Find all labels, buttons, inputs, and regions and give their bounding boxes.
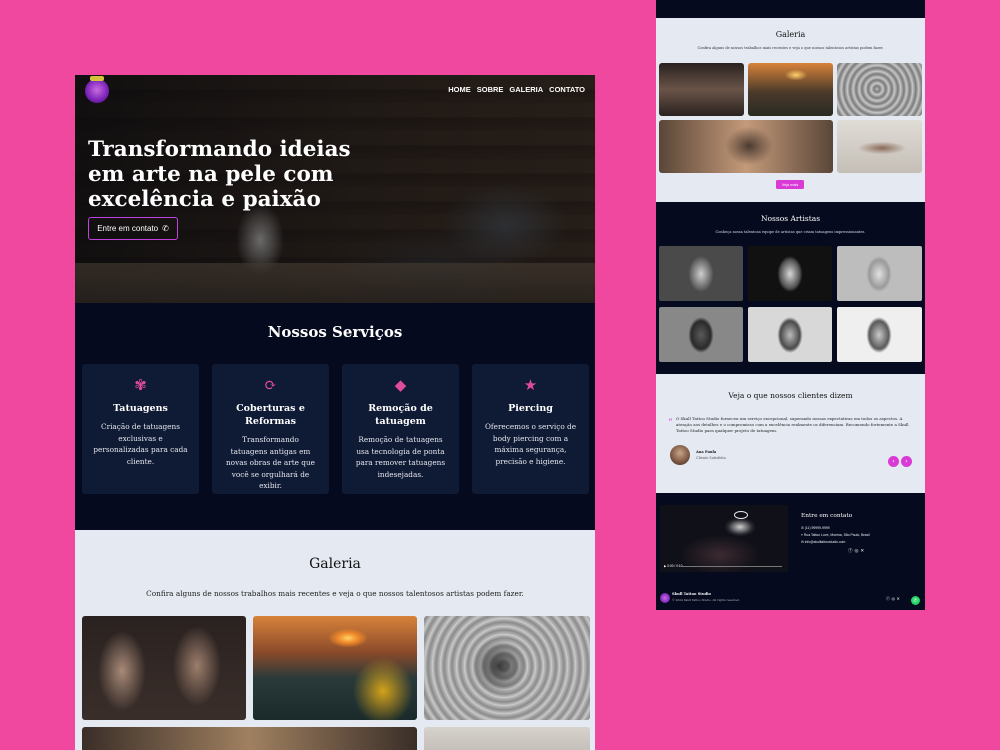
artists-subtitle: Conheça nossa talentosa equipe de artist… — [715, 230, 866, 234]
testimonials-section: Veja o que nossos clientes dizem “ O Sku… — [656, 374, 925, 493]
artists-section: Nossos Artistas Conheça nossa talentosa … — [656, 202, 925, 374]
service-title: Coberturas e Reformas — [236, 403, 305, 427]
desktop-mockup: HOME SOBRE GALERIA CONTATO Transformando… — [75, 75, 595, 750]
testimonials-title: Veja o que nossos clientes dizem — [728, 391, 853, 400]
hero-section: HOME SOBRE GALERIA CONTATO Transformando… — [75, 75, 595, 303]
video-player[interactable]: ▶ 0:00 / 0:10 — [660, 505, 788, 572]
gallery-title-small: Galeria — [775, 30, 806, 39]
cta-label: Entre em contato — [97, 224, 159, 233]
artist-photo[interactable] — [837, 246, 922, 301]
contact-email[interactable]: ✉ info@skulltattoostudio.com — [801, 540, 845, 544]
service-card-coberturas: ⟳ Coberturas e Reformas Transformando ta… — [212, 364, 329, 494]
nav-home[interactable]: HOME — [448, 85, 471, 94]
nav-sobre[interactable]: SOBRE — [477, 85, 504, 94]
thumb-sunset[interactable] — [748, 63, 833, 116]
service-card-piercing: ★ Piercing Oferecemos o serviço de body … — [472, 364, 589, 494]
services-section: Nossos Serviços ✾ Tatuagens Criação de t… — [75, 303, 595, 530]
footer-copyright: © 2024 Skull Tattoo Studio. All rights r… — [672, 598, 740, 602]
thumb-forearms[interactable] — [659, 63, 744, 116]
gallery-photo-forearms[interactable] — [82, 616, 246, 720]
service-text: Criação de tatuagens exclusivas e person… — [93, 422, 188, 466]
refresh-icon: ⟳ — [264, 376, 277, 394]
gallery-section: Galeria Confira alguns de nossos trabalh… — [75, 530, 595, 750]
footer-logo — [660, 593, 670, 603]
contact-address: ⌖ Rua Tattoo Love, Moema, São Paulo, Bra… — [801, 533, 870, 537]
main-nav: HOME SOBRE GALERIA CONTATO — [448, 85, 585, 94]
address-text: Rua Tattoo Love, Moema, São Paulo, Brasi… — [803, 533, 870, 537]
service-text: Transformando tatuagens antigas em novas… — [225, 435, 315, 490]
artist-photo[interactable] — [748, 246, 832, 301]
service-title: Tatuagens — [113, 403, 168, 414]
whatsapp-icon: ✆ — [162, 224, 169, 233]
testimonial-quote: O Skull Tattoo Studio forneceu um serviç… — [676, 416, 909, 433]
email-text: info@skulltattoostudio.com — [804, 540, 846, 544]
video-progress-bar[interactable] — [682, 565, 782, 567]
ring-light — [734, 511, 748, 519]
skull-logo[interactable] — [85, 76, 109, 103]
whatsapp-float-icon[interactable]: ✆ — [911, 596, 920, 605]
footer-social-icons[interactable]: ⓕ◎✕ — [886, 596, 901, 602]
social-icons[interactable]: ⓕ◎✕ — [848, 548, 866, 554]
avatar — [670, 445, 690, 465]
contact-footer-section: ▶ 0:00 / 0:10 Entre em contato ✆ (11) 99… — [656, 493, 925, 610]
gallery-photo-floral-tattoo[interactable] — [424, 616, 590, 720]
prev-arrow-icon[interactable]: ‹ — [888, 456, 899, 467]
service-card-remocao: ◆ Remoção de tatuagem Remoção de tatuage… — [342, 364, 459, 494]
gallery-photo-arm-tattoo[interactable] — [424, 727, 590, 750]
gallery-subtitle: Confira alguns de nossos trabalhos mais … — [146, 589, 524, 598]
hero-table-edge — [75, 263, 595, 303]
nav-contato[interactable]: CONTATO — [549, 85, 585, 94]
mobile-fullpage-mockup: Galeria Confira alguns de nossos trabalh… — [656, 0, 925, 610]
see-more-button[interactable]: Veja mais — [776, 180, 804, 189]
services-title: Nossos Serviços — [267, 323, 403, 341]
contact-title: Entre em contato — [801, 513, 853, 519]
contact-cta-button[interactable]: Entre em contato ✆ — [88, 217, 178, 240]
next-arrow-icon[interactable]: › — [901, 456, 912, 467]
service-text: Remoção de tatuagens usa tecnologia de p… — [355, 435, 446, 479]
video-time[interactable]: ▶ 0:00 / 0:10 — [664, 564, 682, 568]
testimonial-author: Ana Paula — [696, 450, 717, 454]
thumb-back[interactable] — [659, 120, 833, 173]
eraser-icon: ◆ — [394, 376, 407, 394]
artist-photo[interactable] — [748, 307, 832, 362]
tattoo-icon: ✾ — [134, 376, 147, 394]
gallery-photo-sunset[interactable] — [253, 616, 417, 720]
gallery-photo-back-tattoo[interactable] — [82, 727, 417, 750]
artist-photo[interactable] — [837, 307, 922, 362]
artist-photo[interactable] — [659, 307, 743, 362]
thumb-floral[interactable] — [837, 63, 922, 116]
contact-phone: ✆ (11) 99999-9999 — [801, 526, 830, 530]
topbar — [656, 0, 925, 18]
phone-text: (11) 99999-9999 — [804, 526, 830, 530]
testimonial-role: Cliente Satisfeita — [696, 456, 726, 460]
artists-title: Nossos Artistas — [760, 214, 821, 223]
service-text: Oferecemos o serviço de body piercing co… — [484, 422, 577, 466]
video-time-text: 0:00 / 0:10 — [667, 564, 683, 568]
service-title: Remoção de tatuagem — [368, 403, 433, 427]
service-card-tatuagens: ✾ Tatuagens Criação de tatuagens exclusi… — [82, 364, 199, 494]
footer-brand: Skull Tattoo Studio — [672, 592, 711, 596]
quote-icon: “ — [668, 418, 673, 428]
gallery-subtitle-small: Confira alguns de nossos trabalhos mais … — [697, 46, 884, 50]
thumb-arm[interactable] — [837, 120, 922, 173]
service-title: Piercing — [508, 403, 553, 414]
artist-photo[interactable] — [659, 246, 743, 301]
nav-galeria[interactable]: GALERIA — [509, 85, 543, 94]
hero-title: Transformando ideias em arte na pele com… — [88, 137, 351, 212]
star-icon: ★ — [523, 376, 538, 394]
gallery-title: Galeria — [309, 556, 361, 572]
gallery-section-small: Galeria Confira alguns de nossos trabalh… — [656, 18, 925, 202]
